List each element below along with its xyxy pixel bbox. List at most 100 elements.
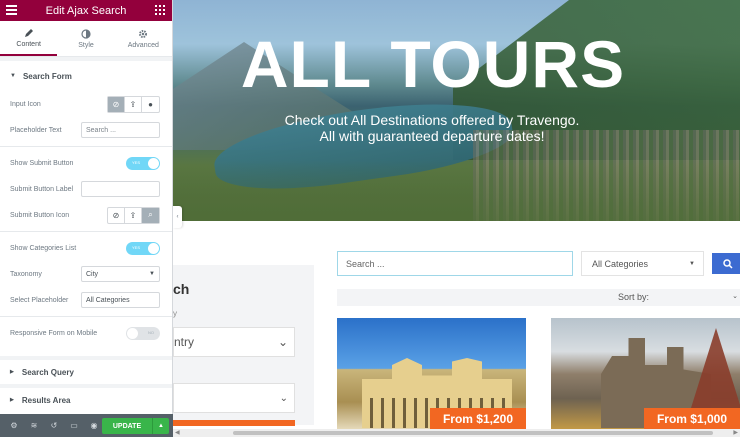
control-responsive: Responsive Form on Mobile NO xyxy=(0,320,172,346)
control-placeholder-text: Placeholder Text Search ... xyxy=(0,117,172,143)
control-label: Submit Button Icon xyxy=(10,211,70,219)
settings-icon[interactable]: ⚙ xyxy=(4,414,24,437)
section-title: Search Form xyxy=(22,71,72,81)
price-badge: From $1,200 xyxy=(429,408,526,430)
panel-title: Edit Ajax Search xyxy=(45,4,127,17)
responsive-icon[interactable]: ▭ xyxy=(64,414,84,437)
control-label: Select Placeholder xyxy=(10,296,69,304)
submit-icon-choices: ⊘ ⇪ ⌕ xyxy=(107,206,160,224)
search-icon[interactable]: ⌕ xyxy=(142,207,159,223)
responsive-toggle[interactable]: NO xyxy=(126,326,160,340)
toggle-text: YES xyxy=(132,244,141,250)
dropdown-value: ntry xyxy=(174,335,195,349)
control-label: Submit Button Label xyxy=(10,185,74,193)
placeholder-text-input[interactable]: Search ... xyxy=(81,122,160,138)
select-placeholder-input[interactable]: All Categories xyxy=(81,292,160,308)
search-icon xyxy=(723,258,733,269)
pencil-icon xyxy=(24,28,33,37)
scrollbar-thumb[interactable] xyxy=(233,431,713,435)
tab-style-label: Style xyxy=(78,41,94,49)
chevron-down-icon: ⌄ xyxy=(279,392,288,404)
tab-content[interactable]: Content xyxy=(0,21,58,56)
sort-label: Sort by: xyxy=(618,292,650,302)
tour-card[interactable]: From $1,200 xyxy=(337,318,526,430)
section-title: Search Query xyxy=(21,367,74,377)
control-submit-label: Submit Button Label xyxy=(0,176,172,202)
update-button[interactable]: UPDATE xyxy=(102,418,152,434)
section-results-area[interactable]: ▶ Results Area xyxy=(0,384,172,412)
submit-label-input[interactable] xyxy=(81,181,160,197)
chevron-down-icon: ⌄ xyxy=(732,293,738,300)
control-label: Taxonomy xyxy=(10,270,42,278)
tab-advanced[interactable]: Advanced xyxy=(115,21,172,56)
ban-icon[interactable]: ⊘ xyxy=(108,96,125,112)
tab-advanced-label: Advanced xyxy=(127,41,159,49)
hamburger-menu-icon[interactable] xyxy=(6,5,17,17)
filter-dropdown[interactable]: ⌄ xyxy=(173,383,295,413)
gear-icon xyxy=(139,29,148,38)
sidebar-subtitle: y xyxy=(173,309,177,318)
half-circle-icon xyxy=(81,28,91,39)
show-submit-toggle[interactable]: YES xyxy=(126,156,160,170)
section-search-query[interactable]: ▶ Search Query xyxy=(0,356,172,384)
scroll-left-icon[interactable]: ◀ xyxy=(175,429,180,436)
panel-tabs: Content Style Advanced xyxy=(0,21,172,57)
caret-down-icon: ▼ xyxy=(149,271,155,277)
toggle-text: NO xyxy=(148,329,154,335)
caret-down-icon: ▼ xyxy=(689,260,695,267)
input-icon-choices: ⊘ ⇪ ● xyxy=(107,95,160,113)
update-group: UPDATE ▲ xyxy=(102,418,169,434)
divider xyxy=(0,146,172,147)
scroll-right-icon[interactable]: ▶ xyxy=(733,429,738,436)
control-show-categories: Show Categories List YES xyxy=(0,235,172,261)
layers-icon[interactable]: ≋ xyxy=(24,414,44,437)
price-badge: From $1,000 xyxy=(643,408,740,430)
taxonomy-select[interactable]: City ▼ xyxy=(81,266,160,282)
caret-right-icon: ▶ xyxy=(10,369,14,375)
ajax-search-form: Search ... All Categories ▼ xyxy=(337,251,740,276)
search-input[interactable]: Search ... xyxy=(337,251,573,276)
horizontal-scrollbar[interactable]: ◀ ▶ xyxy=(173,429,740,437)
preview-eye-icon[interactable]: ◉ xyxy=(84,414,104,437)
dot-icon[interactable]: ● xyxy=(142,97,159,112)
category-select[interactable]: All Categories ▼ xyxy=(581,251,704,276)
country-dropdown[interactable]: ntry ⌄ xyxy=(173,327,295,357)
filter-button[interactable] xyxy=(173,420,295,426)
collapse-panel-chevron-icon[interactable]: ‹ xyxy=(173,206,182,228)
control-label: Show Submit Button xyxy=(10,159,74,167)
control-label: Placeholder Text xyxy=(10,126,62,134)
tour-card[interactable]: From $1,000 xyxy=(551,318,740,430)
panel-footer: ⚙ ≋ ↺ ▭ ◉ UPDATE ▲ xyxy=(0,414,173,437)
caret-right-icon: ▶ xyxy=(10,397,14,403)
update-options-caret-icon[interactable]: ▲ xyxy=(152,418,169,434)
history-icon[interactable]: ↺ xyxy=(44,414,64,437)
section-search-form[interactable]: ▼ Search Form xyxy=(0,61,172,91)
upload-icon[interactable]: ⇪ xyxy=(125,207,142,223)
page-preview: ALL TOURS Check out All Destinations off… xyxy=(173,0,740,437)
show-categories-toggle[interactable]: YES xyxy=(126,241,160,255)
hero-subtitle-line2: All with guaranteed departure dates! xyxy=(319,128,545,144)
control-taxonomy: Taxonomy City ▼ xyxy=(0,261,172,287)
section-title: Results Area xyxy=(21,395,71,405)
sidebar-title: ch xyxy=(173,281,190,297)
select-value: All Categories xyxy=(592,258,649,269)
control-label: Show Categories List xyxy=(10,244,77,252)
divider xyxy=(0,316,172,317)
hero-subtitle-line1: Check out All Destinations offered by Tr… xyxy=(284,112,580,128)
toggle-text: YES xyxy=(132,159,141,165)
select-value: City xyxy=(86,270,99,278)
search-submit-button[interactable] xyxy=(712,253,740,274)
upload-icon[interactable]: ⇪ xyxy=(125,96,142,112)
sort-bar[interactable]: Sort by: ⌄ xyxy=(337,289,740,306)
tab-style[interactable]: Style xyxy=(57,21,114,56)
tab-content-label: Content xyxy=(16,40,41,48)
control-label: Responsive Form on Mobile xyxy=(10,329,98,337)
control-label: Input Icon xyxy=(10,100,41,108)
hero-banner: ALL TOURS Check out All Destinations off… xyxy=(173,0,740,221)
ban-icon[interactable]: ⊘ xyxy=(108,207,125,223)
control-input-icon: Input Icon ⊘ ⇪ ● xyxy=(0,91,172,117)
filter-sidebar: ch y ntry ⌄ ⌄ xyxy=(173,265,314,426)
control-submit-icon: Submit Button Icon ⊘ ⇪ ⌕ xyxy=(0,202,172,228)
widgets-grid-icon[interactable] xyxy=(155,5,165,15)
hero-title: ALL TOURS xyxy=(240,27,626,101)
